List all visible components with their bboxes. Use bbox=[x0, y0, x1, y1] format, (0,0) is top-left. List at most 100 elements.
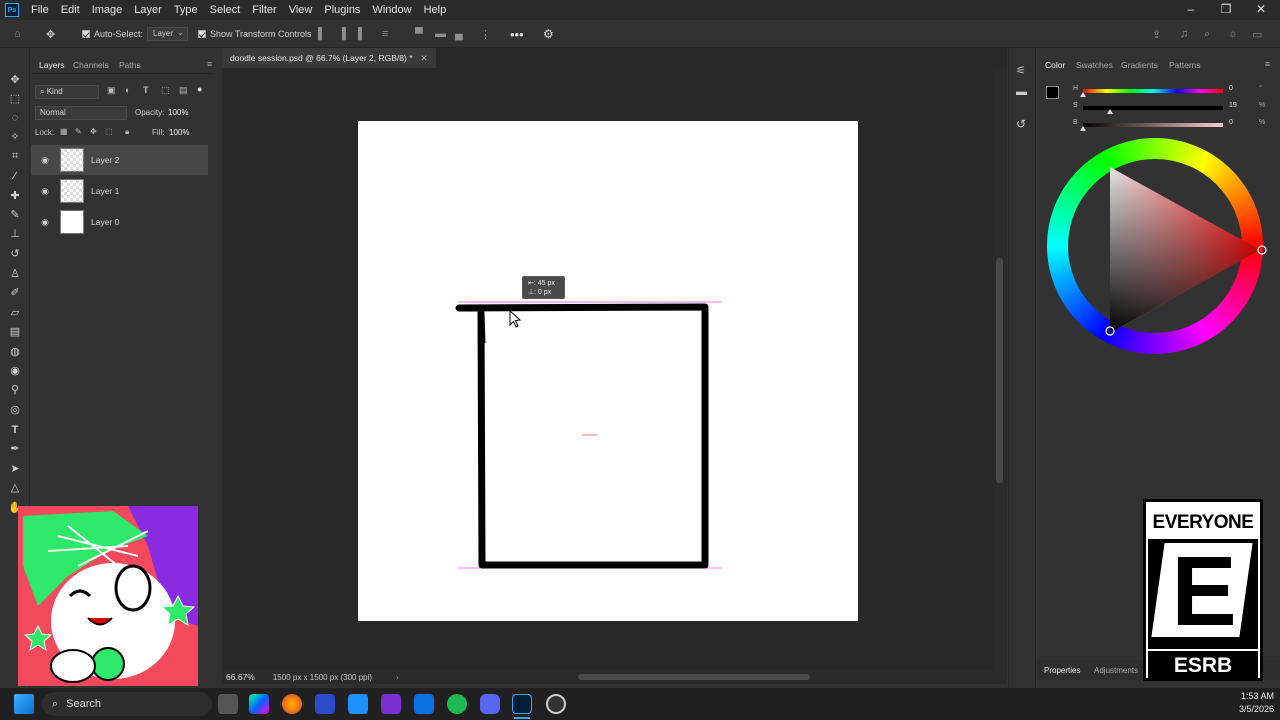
tab-gradients[interactable]: Gradients bbox=[1121, 60, 1158, 70]
tab-adjustments[interactable]: Adjustments bbox=[1094, 666, 1138, 675]
menu-edit[interactable]: Edit bbox=[55, 4, 86, 16]
tab-swatches[interactable]: Swatches bbox=[1076, 60, 1113, 70]
marquee-tool-icon[interactable]: ⬚ bbox=[7, 91, 23, 107]
lock-artboard-icon[interactable]: ⬚ bbox=[105, 127, 113, 136]
visibility-eye-icon[interactable]: ◉ bbox=[37, 155, 53, 166]
auto-select-check-icon[interactable] bbox=[82, 30, 90, 38]
horizontal-scroll-thumb[interactable] bbox=[578, 674, 810, 680]
saturation-track[interactable] bbox=[1083, 106, 1223, 110]
menu-view[interactable]: View bbox=[283, 4, 319, 16]
pen-tool-icon[interactable]: ✒ bbox=[7, 441, 23, 457]
share-icon[interactable]: ⇪ bbox=[1152, 26, 1161, 42]
notepad-icon[interactable] bbox=[348, 694, 368, 714]
menu-layer[interactable]: Layer bbox=[128, 4, 168, 16]
show-transform-check-icon[interactable] bbox=[198, 30, 206, 38]
fill-field[interactable]: 100% bbox=[169, 128, 189, 137]
lock-transparency-icon[interactable]: ▦ bbox=[60, 127, 68, 136]
brightness-track[interactable] bbox=[1083, 123, 1223, 127]
copilot-icon[interactable] bbox=[249, 694, 269, 714]
search-icon[interactable]: ⌕ bbox=[1204, 26, 1210, 42]
show-transform-controls-checkbox[interactable]: Show Transform Controls bbox=[198, 26, 312, 42]
vertical-scroll-thumb[interactable] bbox=[996, 258, 1003, 483]
discover-icon[interactable]: ☼ bbox=[1228, 26, 1238, 42]
saturation-value[interactable]: 19 bbox=[1229, 102, 1237, 109]
gradient-tool-icon[interactable]: ▤ bbox=[7, 324, 23, 340]
history-brush-tool-icon[interactable]: ↺ bbox=[7, 246, 23, 262]
hue-value[interactable]: 0 bbox=[1229, 85, 1233, 92]
history-panel-icon[interactable]: ↺ bbox=[1016, 117, 1026, 131]
lock-position-icon[interactable]: ✥ bbox=[90, 127, 97, 136]
zoom-level[interactable]: 66.67% bbox=[226, 672, 255, 682]
stamp-tool-icon[interactable]: ♙ bbox=[7, 266, 23, 282]
tab-layers[interactable]: Layers bbox=[39, 60, 65, 70]
filter-shape-icon[interactable]: ⬚ bbox=[161, 85, 170, 96]
hue-slider-row[interactable]: H 0 ° bbox=[1037, 85, 1272, 97]
system-clock[interactable]: 1:53 AM 3/5/2026 bbox=[1196, 690, 1274, 716]
distribute-vertical-icon[interactable]: ⋮ bbox=[480, 26, 491, 42]
comments-panel-icon[interactable]: ▬ bbox=[1016, 86, 1027, 98]
tab-properties[interactable]: Properties bbox=[1044, 666, 1080, 675]
restore-icon[interactable]: ❐ bbox=[1209, 0, 1243, 20]
firefox-icon[interactable] bbox=[282, 694, 302, 714]
opacity-field[interactable]: 100% bbox=[168, 108, 188, 117]
menu-select[interactable]: Select bbox=[204, 4, 247, 16]
close-icon[interactable]: ✕ bbox=[1244, 0, 1278, 20]
eraser-tool-icon[interactable]: ▱ bbox=[7, 305, 23, 321]
vertical-scrollbar[interactable] bbox=[993, 68, 1007, 670]
align-left-icon[interactable]: ▌ bbox=[318, 26, 326, 42]
color-triangle-svg[interactable] bbox=[1047, 138, 1267, 358]
tab-paths[interactable]: Paths bbox=[119, 60, 141, 70]
eyedropper-tool-icon[interactable]: ⁄ bbox=[7, 168, 23, 184]
dodge-tool-icon[interactable]: ⚲ bbox=[7, 382, 23, 398]
settings-gear-icon[interactable]: ⚙ bbox=[543, 26, 554, 42]
home-icon[interactable]: ⌂ bbox=[14, 26, 21, 42]
sponge-tool-icon[interactable]: ◎ bbox=[7, 402, 23, 418]
brightness-knob[interactable] bbox=[1080, 126, 1086, 131]
layer-row[interactable]: ◉ Layer 0 bbox=[31, 207, 208, 237]
menu-plugins[interactable]: Plugins bbox=[318, 4, 366, 16]
visibility-eye-icon[interactable]: ◉ bbox=[37, 186, 53, 197]
mixer-brush-tool-icon[interactable]: ✐ bbox=[7, 285, 23, 301]
tab-color[interactable]: Color bbox=[1045, 60, 1065, 70]
menu-window[interactable]: Window bbox=[366, 4, 417, 16]
hue-knob[interactable] bbox=[1080, 92, 1086, 97]
menu-help[interactable]: Help bbox=[418, 4, 453, 16]
filter-pixel-icon[interactable]: ▣ bbox=[107, 85, 116, 96]
close-tab-icon[interactable]: ✕ bbox=[421, 53, 428, 64]
layer-row[interactable]: ◉ Layer 1 bbox=[31, 176, 208, 206]
brightness-slider-row[interactable]: B 0 % bbox=[1037, 119, 1272, 131]
brush-tool-icon[interactable]: ✎ bbox=[7, 207, 23, 223]
crop-tool-icon[interactable]: ⌗ bbox=[7, 148, 23, 164]
lock-all-icon[interactable]: 🔒︎ bbox=[125, 127, 129, 137]
menu-file[interactable]: File bbox=[25, 4, 55, 16]
align-bottom-icon[interactable]: ▄ bbox=[455, 26, 463, 42]
panel-menu-icon[interactable]: ≡ bbox=[1265, 59, 1270, 69]
taskbar-search-box[interactable]: ⌕ Search bbox=[42, 692, 212, 716]
auto-select-target-dropdown[interactable]: Layer bbox=[147, 26, 189, 41]
outlook-icon[interactable] bbox=[414, 694, 434, 714]
shape-tool-icon[interactable]: △ bbox=[7, 480, 23, 496]
panel-menu-icon[interactable]: ≡ bbox=[207, 59, 212, 69]
lock-pixels-icon[interactable]: ✎ bbox=[75, 127, 82, 136]
layer-row[interactable]: ◉ Layer 2 bbox=[31, 145, 208, 175]
filter-adjustment-icon[interactable]: ◐ bbox=[125, 85, 130, 95]
notifications-bell-icon[interactable]: ♫ bbox=[1180, 26, 1188, 42]
more-options-icon[interactable]: ••• bbox=[510, 26, 524, 42]
menu-filter[interactable]: Filter bbox=[246, 4, 282, 16]
document-tab[interactable]: doodle session.psd @ 66.7% (Layer 2, RGB… bbox=[222, 48, 436, 68]
filter-toggle-icon[interactable]: ● bbox=[197, 84, 202, 94]
spotify-icon[interactable] bbox=[447, 694, 467, 714]
hue-track[interactable] bbox=[1083, 89, 1223, 93]
align-top-icon[interactable]: ▀ bbox=[415, 26, 423, 42]
healing-brush-tool-icon[interactable]: ✚ bbox=[7, 188, 23, 204]
minimize-icon[interactable]: – bbox=[1174, 0, 1208, 20]
tab-patterns[interactable]: Patterns bbox=[1169, 60, 1201, 70]
move-tool-icon[interactable]: ✥ bbox=[46, 26, 55, 42]
tab-channels[interactable]: Channels bbox=[73, 60, 109, 70]
discord-icon[interactable] bbox=[480, 694, 500, 714]
photoshop-taskbar-icon[interactable] bbox=[512, 694, 532, 714]
align-right-icon[interactable]: ▌ bbox=[358, 26, 366, 42]
adjustments-panel-icon[interactable]: ⚟ bbox=[1016, 64, 1026, 77]
filter-smart-object-icon[interactable]: ▤ bbox=[179, 85, 188, 96]
menu-image[interactable]: Image bbox=[86, 4, 129, 16]
